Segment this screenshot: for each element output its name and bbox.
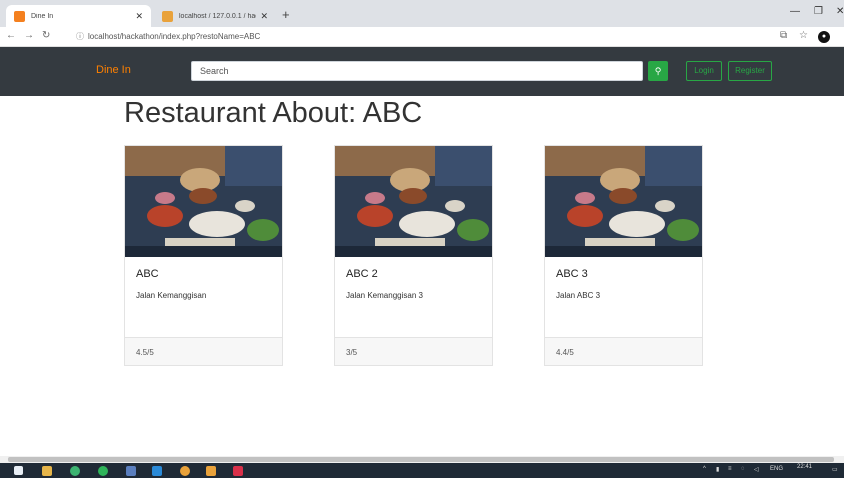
search-button[interactable]: ⚲ <box>648 61 668 81</box>
restaurant-name: ABC <box>136 268 159 280</box>
address-bar-row: ← → ↻ ⓘ localhost/hackathon/index.php?res… <box>0 27 844 47</box>
tab-title: Dine In <box>31 12 54 20</box>
restaurant-card[interactable]: ABC 3 Jalan ABC 3 4.4/5 <box>544 145 703 366</box>
url-field[interactable]: ⓘ localhost/hackathon/index.php?restoName… <box>76 31 260 42</box>
browser-tabstrip: Dine In ✕ localhost / 127.0.0.1 / hackat… <box>0 0 844 27</box>
reload-icon[interactable]: ↻ <box>42 30 50 41</box>
scrollbar-thumb[interactable] <box>8 457 834 462</box>
url-text: localhost/hackathon/index.php?restoName=… <box>88 32 261 41</box>
minimize-icon[interactable]: — <box>790 6 800 17</box>
vscode-icon[interactable] <box>152 466 162 476</box>
battery-icon: ▮ <box>716 467 720 473</box>
restaurant-card[interactable]: ABC 2 Jalan Kemanggisan 3 3/5 <box>334 145 493 366</box>
chrome-icon[interactable] <box>180 466 190 476</box>
brand-logo[interactable]: Dine In <box>96 64 131 76</box>
restaurant-rating: 3/5 <box>335 337 492 365</box>
app-icon[interactable] <box>126 466 136 476</box>
search-icon: ⚲ <box>654 66 662 76</box>
horizontal-scrollbar[interactable] <box>0 456 844 463</box>
page-title: Restaurant About: ABC <box>124 97 423 129</box>
restaurant-address: Jalan Kemanggisan <box>136 291 207 300</box>
close-tab-icon[interactable]: ✕ <box>260 11 268 22</box>
tab-title: localhost / 127.0.0.1 / hackathon <box>179 12 256 20</box>
whatsapp-icon[interactable] <box>70 466 80 476</box>
site-navbar: Dine In ⚲ Login Register <box>0 47 844 96</box>
phpmyadmin-favicon-icon <box>162 10 173 22</box>
maximize-icon[interactable]: ❐ <box>814 6 823 17</box>
app-red-icon[interactable] <box>233 466 243 476</box>
line-icon[interactable] <box>98 466 108 476</box>
register-button[interactable]: Register <box>728 61 772 81</box>
login-button[interactable]: Login <box>686 61 722 81</box>
file-explorer-icon[interactable] <box>42 466 52 476</box>
network-icon[interactable]: ≡ <box>728 466 732 472</box>
windows-start-icon[interactable] <box>14 466 23 475</box>
close-window-icon[interactable]: ✕ <box>836 6 844 17</box>
restaurant-card[interactable]: ABC Jalan Kemanggisan 4.5/5 <box>124 145 283 366</box>
clock[interactable]: 22:41 <box>797 464 812 470</box>
translate-icon[interactable]: ⧉ <box>780 30 787 41</box>
food-image <box>335 146 492 257</box>
food-image <box>545 146 702 257</box>
tab-dine-in[interactable]: Dine In ✕ <box>6 5 151 27</box>
tray-chevron-icon[interactable]: ^ <box>703 466 706 472</box>
new-tab-icon[interactable]: + <box>282 7 290 22</box>
food-image <box>125 146 282 257</box>
info-icon[interactable]: ⓘ <box>76 32 84 41</box>
xampp-icon[interactable] <box>206 466 216 476</box>
notification-icon[interactable]: ▭ <box>832 466 838 473</box>
restaurant-rating: 4.5/5 <box>125 337 282 365</box>
search-input[interactable] <box>191 61 643 81</box>
windows-taskbar: ^ ▮ ≡ ◌ ◁ ENG 22:41 ▭ <box>0 463 844 478</box>
volume-icon[interactable]: ◌ <box>741 466 745 472</box>
close-tab-icon[interactable]: ✕ <box>135 11 143 22</box>
language-indicator[interactable]: ENG <box>770 466 783 472</box>
star-icon[interactable]: ☆ <box>799 30 808 41</box>
restaurant-address: Jalan Kemanggisan 3 <box>346 291 423 300</box>
restaurant-name: ABC 2 <box>346 268 378 280</box>
restaurant-name: ABC 3 <box>556 268 588 280</box>
tab-phpmyadmin[interactable]: localhost / 127.0.0.1 / hackathon ✕ <box>154 5 276 27</box>
forward-icon[interactable]: → <box>24 30 34 41</box>
restaurant-address: Jalan ABC 3 <box>556 291 601 300</box>
profile-avatar[interactable]: ● <box>818 31 830 43</box>
back-icon[interactable]: ← <box>6 30 16 41</box>
restaurant-rating: 4.4/5 <box>545 337 702 365</box>
speaker-icon[interactable]: ◁ <box>754 466 759 473</box>
dine-in-favicon-icon <box>14 10 25 22</box>
